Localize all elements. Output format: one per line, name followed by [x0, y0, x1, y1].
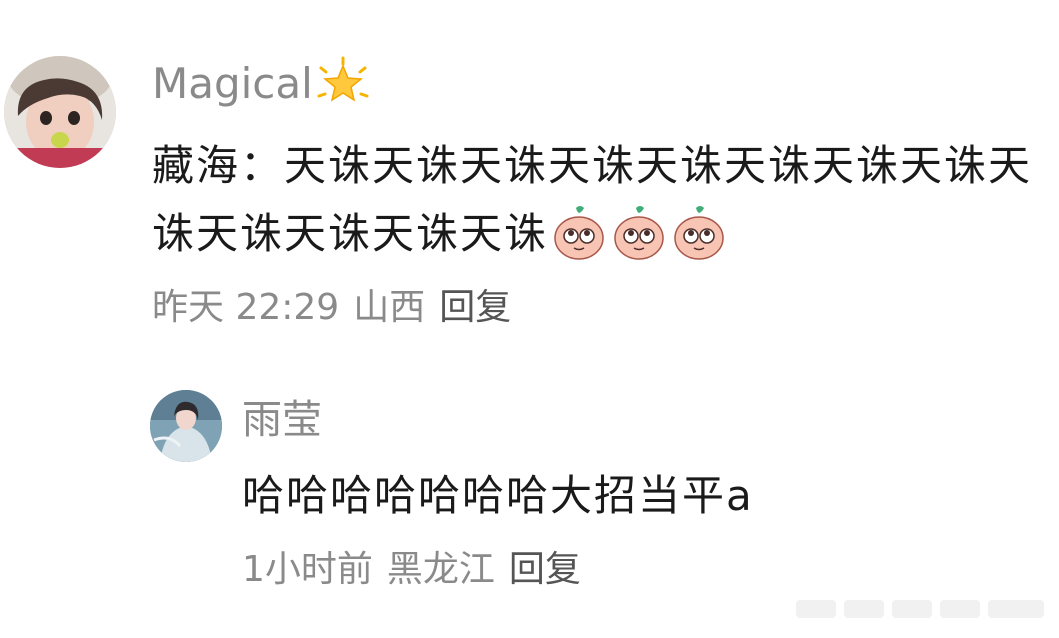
peach-eyes-emoji — [554, 206, 604, 260]
comment-location: 山西 — [353, 287, 426, 328]
reply-button[interactable]: 回复 — [439, 287, 511, 328]
avatar[interactable] — [4, 56, 116, 168]
username[interactable]: Magical — [152, 58, 313, 110]
peach-eyes-emoji — [614, 206, 664, 260]
reply-time: 1小时前 — [242, 549, 373, 590]
reply-text: 哈哈哈哈哈哈哈大招当平a — [242, 471, 754, 520]
reply-location: 黑龙江 — [386, 549, 495, 590]
watermark-logo — [796, 600, 1044, 618]
comment-meta: 昨天 22:29 山西 回复 — [152, 280, 525, 336]
reply-avatar-image — [150, 390, 222, 462]
reply-meta: 1小时前 黑龙江 回复 — [242, 542, 595, 598]
reply-avatar[interactable] — [150, 390, 222, 462]
peach-eyes-emoji — [674, 206, 724, 260]
comment-time: 昨天 22:29 — [152, 287, 340, 328]
reply-reply-button[interactable]: 回复 — [509, 549, 581, 590]
comment-text: 藏海：天诛天诛天诛天诛天诛天诛天诛天诛天诛天诛天诛天诛天诛 — [152, 132, 1042, 268]
comment-author: Magical — [152, 56, 371, 110]
emoji-group — [552, 204, 726, 262]
avatar-image — [4, 56, 116, 168]
star-icon — [317, 56, 369, 102]
reply-username[interactable]: 雨莹 — [242, 392, 322, 448]
